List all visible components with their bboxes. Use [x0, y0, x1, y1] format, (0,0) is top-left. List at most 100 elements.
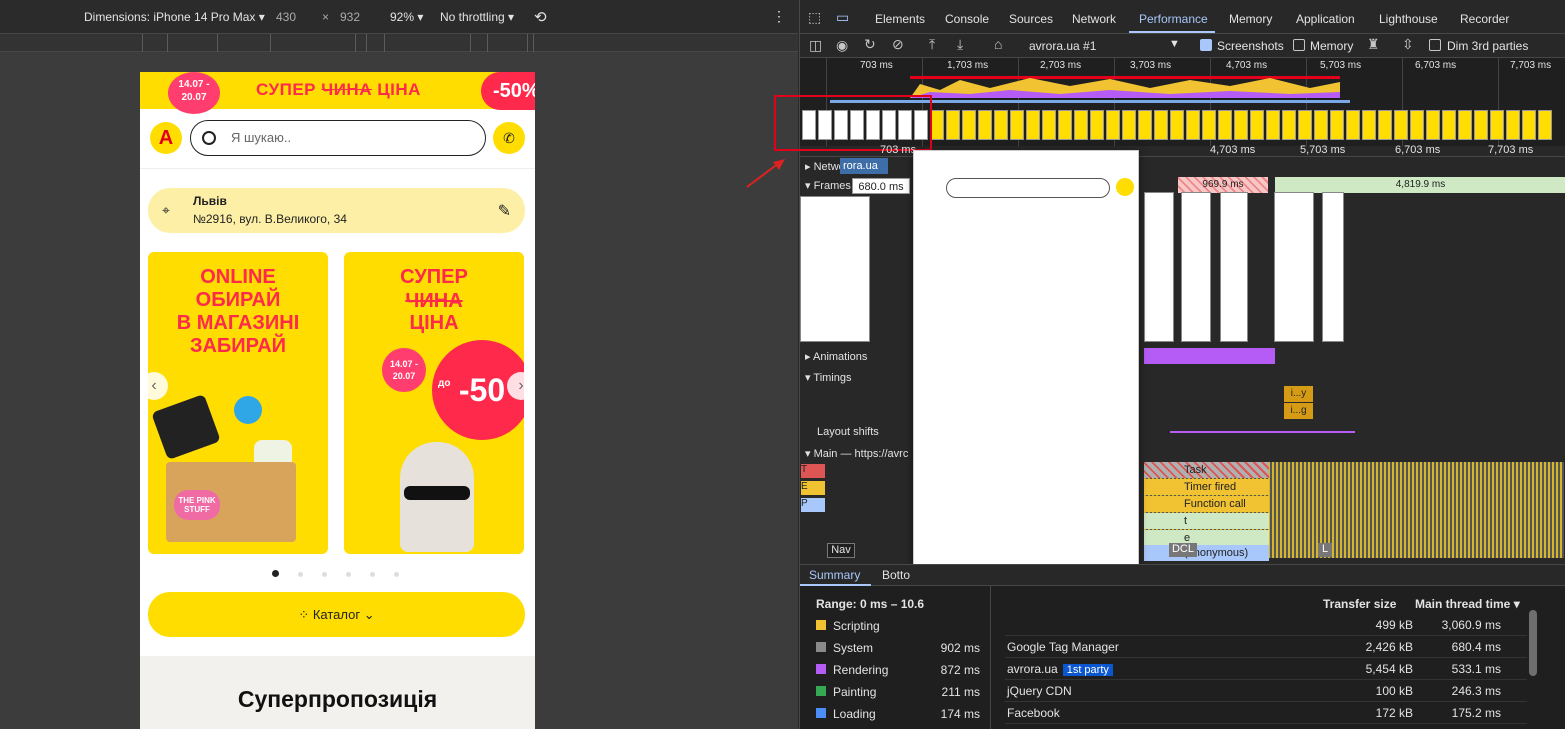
flame-mini-eval[interactable]: E — [801, 481, 825, 495]
flame-timer-fired[interactable]: Timer fired — [1144, 479, 1269, 495]
summary-scrollbar[interactable] — [1529, 610, 1537, 676]
marker-dcl[interactable]: DCL — [1169, 543, 1197, 557]
track-timings[interactable]: ▾ Timings — [805, 371, 852, 384]
details-tabbar: Summary Botto — [800, 564, 1565, 586]
overview-tick: 2,703 ms — [1040, 60, 1082, 71]
banner2-date-badge: 14.07 - 20.07 — [382, 348, 426, 392]
tab-recorder[interactable]: Recorder — [1460, 12, 1509, 26]
third-party-row[interactable]: Google Tag Manager 2,426 kB 680.4 ms — [1005, 636, 1527, 658]
overview-tick: 1,703 ms — [947, 60, 989, 71]
wipes-image — [151, 393, 221, 461]
record-icon[interactable]: ◉ — [836, 37, 848, 54]
marker-load[interactable]: L — [1318, 543, 1332, 557]
flame-task[interactable]: Task — [1144, 462, 1269, 478]
overview-tick: 7,703 ms — [1510, 60, 1552, 71]
sponge-image — [234, 396, 262, 424]
third-party-row[interactable]: 499 kB 3,060.9 ms — [1005, 614, 1527, 636]
search-input[interactable]: Я шукаю.. — [190, 120, 486, 156]
memory-checkbox[interactable] — [1293, 39, 1305, 51]
flame-t[interactable]: t — [1144, 513, 1269, 529]
third-party-row[interactable]: jQuery CDN 100 kB 246.3 ms — [1005, 680, 1527, 702]
tab-performance[interactable]: Performance — [1139, 12, 1208, 26]
summary-value: 902 ms — [940, 641, 980, 655]
ruler — [0, 34, 798, 52]
flame-mini-task[interactable]: T — [801, 464, 825, 478]
summary-category: System — [833, 641, 874, 655]
tab-sources[interactable]: Sources — [1009, 12, 1053, 26]
track-animations[interactable]: ▸ Animations — [805, 350, 867, 363]
carousel-dots[interactable] — [272, 566, 418, 580]
devtools-pane: ⬚ ▭ Elements Console Sources Network Per… — [774, 0, 1565, 729]
flame-anonymous[interactable]: (anonymous) — [1144, 545, 1269, 561]
throttling-select[interactable]: No throttling ▾ — [440, 10, 514, 24]
sidebar-toggle-icon[interactable]: ◫ — [809, 37, 822, 54]
flame-mini-parse[interactable]: P — [801, 498, 825, 512]
tab-elements[interactable]: Elements — [875, 12, 925, 26]
frame-screenshot[interactable] — [1144, 192, 1174, 342]
frame-screenshot[interactable] — [1274, 192, 1314, 342]
tab-console[interactable]: Console — [945, 12, 989, 26]
tab-lighthouse[interactable]: Lighthouse — [1379, 12, 1438, 26]
track-main[interactable]: ▾ Main — https://avrc — [805, 447, 908, 460]
dim-3rd-parties-checkbox[interactable] — [1429, 39, 1441, 51]
tab-network[interactable]: Network — [1072, 12, 1116, 26]
track-layout-shifts[interactable]: Layout shifts — [817, 426, 879, 438]
frame-screenshot-blank[interactable] — [800, 196, 870, 342]
garbage-collect-icon[interactable]: ♜ — [1367, 36, 1380, 53]
timing-marker[interactable]: i...g — [1284, 403, 1313, 419]
promo-bar[interactable]: 14.07 - 20.07 СУПЕР ЧИНА ЦІНА -50% — [140, 72, 535, 114]
home-icon[interactable]: ⌂ — [994, 36, 1002, 52]
upload-icon[interactable]: ⤒ — [929, 36, 935, 53]
flame-e[interactable]: e — [1144, 530, 1269, 546]
carousel-next-icon[interactable]: › — [507, 372, 535, 400]
edit-pencil-icon[interactable]: ✎ — [498, 201, 511, 221]
height-input[interactable]: 932 — [340, 10, 360, 24]
avrora-logo[interactable]: A — [150, 122, 182, 154]
chevron-down-icon: ⌄ — [363, 607, 375, 622]
tab-summary[interactable]: Summary — [809, 568, 860, 582]
frame-screenshot[interactable] — [1181, 192, 1211, 342]
recording-select[interactable]: avrora.ua #1 — [1029, 39, 1096, 53]
track-frames[interactable]: ▾ Frames — [805, 179, 851, 192]
tab-bottom-up[interactable]: Botto — [882, 568, 910, 582]
dimensions-select[interactable]: Dimensions: iPhone 14 Pro Max ▾ — [84, 10, 265, 24]
marker-nav[interactable]: Nav — [827, 543, 855, 558]
tab-memory[interactable]: Memory — [1229, 12, 1272, 26]
screenshots-checkbox[interactable] — [1200, 39, 1212, 51]
recording-select-chevron-icon[interactable]: ▼ — [1169, 38, 1180, 50]
width-input[interactable]: 430 — [276, 10, 296, 24]
search-icon — [202, 131, 216, 145]
store-address-card[interactable]: ⌖ Львів №2916, вул. В.Великого, 34 ✎ — [148, 188, 525, 233]
device-toggle-icon[interactable]: ▭ — [836, 9, 849, 26]
carousel-prev-icon[interactable]: ‹ — [140, 372, 168, 400]
more-options-icon[interactable]: ⋮ — [772, 8, 786, 25]
inspect-icon[interactable]: ⬚ — [808, 9, 821, 26]
timing-marker[interactable]: i...y — [1284, 386, 1313, 402]
clear-icon[interactable]: ⊘ — [892, 36, 904, 53]
third-party-row[interactable]: avrora.ua 1st party 5,454 kB 533.1 ms — [1005, 658, 1527, 680]
col-transfer-size[interactable]: Transfer size — [1323, 597, 1396, 611]
system-swatch — [816, 642, 826, 652]
store-city: Львів — [193, 194, 227, 208]
painting-swatch — [816, 686, 826, 696]
animation-bar[interactable] — [1144, 348, 1275, 364]
zoom-select[interactable]: 92% ▾ — [390, 10, 423, 24]
banner-online[interactable]: ONLINE ОБИРАЙ В МАГАЗИНІ ЗАБИРАЙ THE PIN… — [148, 252, 328, 554]
flame-function-call[interactable]: Function call — [1144, 496, 1269, 512]
reload-icon[interactable]: ↻ — [864, 36, 876, 53]
frame-bar-dropped[interactable]: 969.9 ms — [1178, 177, 1268, 193]
banner-super-price[interactable]: СУПЕР ЧИНА ЦІНА 14.07 - 20.07 до -50 — [344, 252, 524, 554]
expand-icon[interactable]: ⇳ — [1402, 36, 1414, 53]
tab-application[interactable]: Application — [1296, 12, 1355, 26]
rotate-icon[interactable]: ⟲ — [534, 8, 547, 26]
frame-screenshot[interactable] — [1220, 192, 1248, 342]
third-party-row[interactable]: Facebook 172 kB 175.2 ms — [1005, 702, 1527, 724]
summary-category: Scripting — [833, 619, 880, 633]
download-icon[interactable]: ⤓ — [957, 36, 963, 53]
network-request-tooltip: rora.ua — [840, 158, 888, 174]
frame-bar-long[interactable]: 4,819.9 ms — [1275, 177, 1565, 193]
phone-icon[interactable]: ✆ — [493, 122, 525, 154]
frame-screenshot[interactable] — [1322, 192, 1344, 342]
catalog-button[interactable]: ⁘ Каталог ⌄ — [148, 592, 525, 637]
col-main-thread-time[interactable]: Main thread time ▾ — [1415, 597, 1520, 611]
